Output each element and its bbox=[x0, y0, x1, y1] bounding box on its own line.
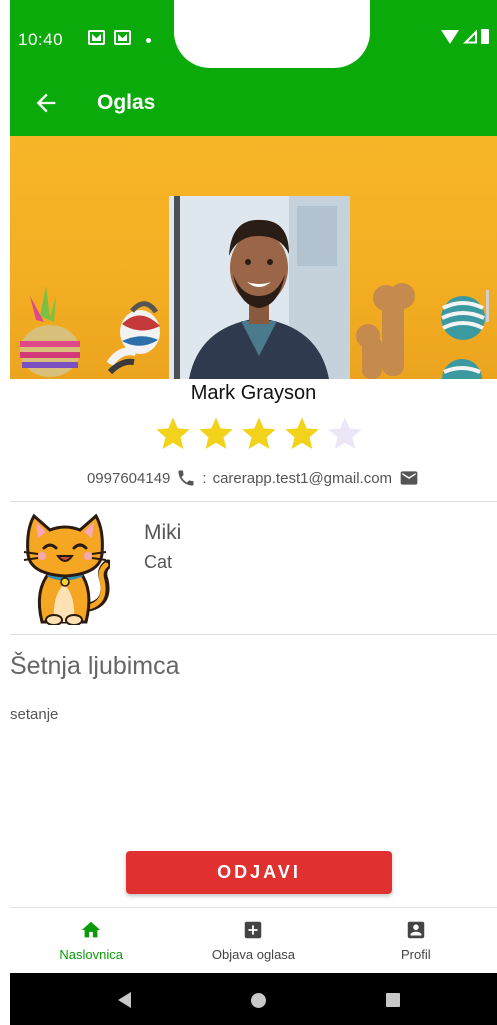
nav-item-post-ad[interactable]: Objava oglasa bbox=[172, 908, 334, 973]
email-icon[interactable] bbox=[398, 468, 420, 488]
add-box-icon bbox=[245, 921, 262, 939]
pet-type: Cat bbox=[144, 552, 173, 572]
wifi-icon bbox=[441, 29, 459, 44]
nav-item-label: Profil bbox=[401, 947, 431, 962]
status-indicators bbox=[441, 29, 489, 44]
service-description: setanje bbox=[10, 706, 59, 723]
battery-icon bbox=[481, 29, 489, 44]
contact-info: 0997604149 : carerapp.test1@gmail.com bbox=[10, 468, 497, 488]
home-icon bbox=[81, 921, 101, 938]
gmail-notification-icon bbox=[114, 30, 131, 45]
caregiver-name: Mark Grayson bbox=[190, 382, 317, 404]
bottom-navigation: Naslovnica Objava oglasa Profil bbox=[10, 907, 497, 973]
pet-name: Miki bbox=[144, 521, 182, 544]
section-divider bbox=[10, 501, 497, 502]
email-separator: : bbox=[202, 469, 207, 487]
status-bar: 10:40 bbox=[10, 0, 497, 72]
nav-item-label: Objava oglasa bbox=[211, 947, 296, 962]
email-address[interactable]: carerapp.test1@gmail.com bbox=[213, 470, 392, 487]
account-box-icon bbox=[407, 921, 425, 939]
device-screen: 10:40 Oglas Mark Grayson 0997604149: ca… bbox=[10, 0, 497, 1025]
system-home-icon[interactable] bbox=[251, 993, 266, 1008]
app-bar: Oglas bbox=[10, 72, 497, 136]
section-divider bbox=[10, 634, 497, 635]
star-filled-icon bbox=[199, 417, 233, 449]
star-empty-icon bbox=[328, 417, 362, 449]
avatar-image bbox=[169, 196, 350, 379]
phone-number[interactable]: 0997604149 bbox=[87, 470, 170, 487]
profile-photo bbox=[169, 196, 350, 379]
cat-illustration-icon bbox=[23, 513, 110, 625]
service-title: Šetnja ljubimca bbox=[10, 652, 180, 680]
more-notifications-dot-icon bbox=[146, 38, 151, 43]
star-filled-icon bbox=[156, 417, 190, 449]
page-title: Oglas bbox=[97, 91, 156, 114]
gmail-notification-icon bbox=[88, 30, 105, 45]
camera-notch bbox=[174, 0, 370, 68]
nav-item-label: Naslovnica bbox=[59, 947, 123, 962]
logout-button[interactable]: ODJAVI bbox=[126, 851, 392, 894]
status-time: 10:40 bbox=[18, 30, 64, 49]
nav-item-home[interactable]: Naslovnica bbox=[10, 908, 172, 973]
star-rating bbox=[152, 414, 366, 454]
system-back-icon[interactable] bbox=[118, 992, 131, 1008]
system-navigation-bar bbox=[10, 973, 497, 1025]
star-filled-icon bbox=[242, 417, 276, 449]
nav-item-profile[interactable]: Profil bbox=[335, 908, 497, 973]
phone-icon[interactable] bbox=[176, 468, 196, 488]
star-filled-icon bbox=[285, 417, 319, 449]
back-arrow-icon[interactable] bbox=[32, 89, 60, 117]
system-recents-icon[interactable] bbox=[386, 993, 400, 1007]
cell-signal-icon bbox=[463, 29, 477, 44]
